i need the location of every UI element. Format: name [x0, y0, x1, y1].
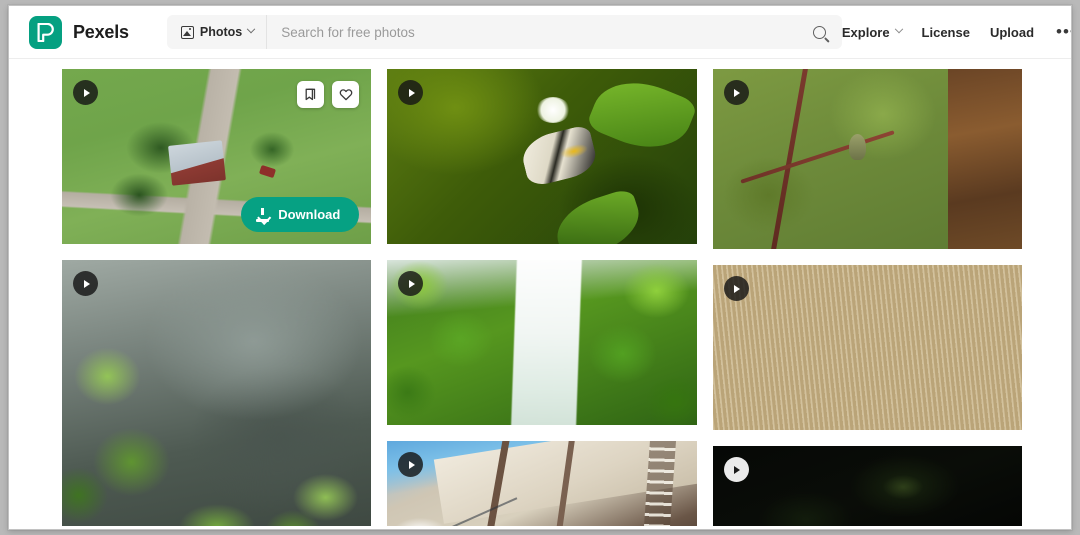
thumbnail-detail [848, 133, 866, 160]
search-icon [813, 25, 827, 39]
grid-column-2 [387, 69, 697, 529]
tile-thumbnail [387, 441, 697, 529]
bookmark-icon [305, 88, 316, 100]
tile-thumbnail [387, 260, 697, 425]
media-type-dropdown[interactable]: Photos [167, 15, 268, 49]
heart-icon [339, 89, 353, 101]
play-circle-icon[interactable] [723, 457, 749, 482]
download-label: Download [278, 207, 341, 222]
media-type-label: Photos [199, 25, 243, 39]
nav-upload[interactable]: Upload [990, 25, 1034, 40]
thumbnail-detail [882, 475, 923, 500]
nav-explore[interactable]: Explore [841, 24, 903, 40]
brand-home-link[interactable]: Pexels [29, 15, 129, 49]
site-header: Pexels Photos Explore License Upload •••… [9, 6, 1071, 59]
ellipsis-icon[interactable]: ••• [1054, 23, 1071, 40]
grid-column-3 [712, 69, 1022, 529]
play-circle-icon[interactable] [73, 271, 98, 296]
photo-icon [180, 25, 194, 39]
aerial-farmhouse-video[interactable]: Download [62, 69, 372, 244]
bird-on-branch-video[interactable] [712, 69, 1022, 249]
tile-thumbnail [712, 446, 1022, 529]
tile-thumbnail [387, 69, 697, 244]
like-button[interactable] [332, 81, 360, 108]
download-icon [256, 207, 270, 222]
shed-roof-sky-video[interactable] [387, 441, 697, 529]
tile-thumbnail [712, 69, 1022, 249]
chevron-down-icon [894, 24, 903, 34]
brand-name: Pexels [73, 21, 129, 42]
thumbnail-detail [154, 492, 279, 529]
download-button[interactable]: Download [241, 197, 360, 232]
search-submit-button[interactable] [798, 15, 842, 49]
thumbnail-detail [549, 186, 647, 244]
thumbnail-detail [258, 164, 276, 179]
nav-explore-label: Explore [841, 24, 890, 40]
thumbnail-detail [535, 97, 570, 123]
tile-thumbnail [712, 265, 1022, 430]
grid-column-1: Download [62, 69, 372, 529]
thumbnail-detail [740, 130, 895, 185]
photo-grid: Download [9, 59, 1071, 529]
play-circle-icon[interactable] [73, 80, 98, 105]
thumbnail-detail [510, 260, 583, 425]
chevron-down-icon [246, 24, 256, 34]
browser-window: Pexels Photos Explore License Upload •••… [8, 5, 1072, 530]
thumbnail-detail [585, 69, 697, 163]
thumbnail-detail [518, 124, 601, 188]
search-input[interactable] [267, 15, 798, 49]
pexels-p-logo-icon [29, 15, 62, 49]
butterfly-flower-video[interactable] [387, 69, 697, 244]
forest-cliff-video[interactable] [62, 260, 372, 529]
thumbnail-detail [712, 265, 1022, 430]
add-to-collection-button[interactable] [297, 81, 325, 108]
grid-bottom-edge [9, 526, 1071, 529]
tile-thumbnail [62, 260, 372, 529]
dark-foliage-video[interactable] [712, 446, 1022, 529]
primary-nav: Explore License Upload ••• Join [841, 16, 1071, 49]
play-circle-icon[interactable] [723, 80, 749, 105]
dry-grass-field-video[interactable] [712, 265, 1022, 430]
thumbnail-detail [168, 139, 227, 186]
nav-license[interactable]: License [922, 25, 970, 40]
waterfall-video[interactable] [387, 260, 697, 425]
search-bar: Photos [166, 15, 842, 49]
tile-hover-actions [297, 81, 360, 108]
thumbnail-detail [947, 69, 1022, 249]
play-circle-icon[interactable] [723, 276, 749, 301]
